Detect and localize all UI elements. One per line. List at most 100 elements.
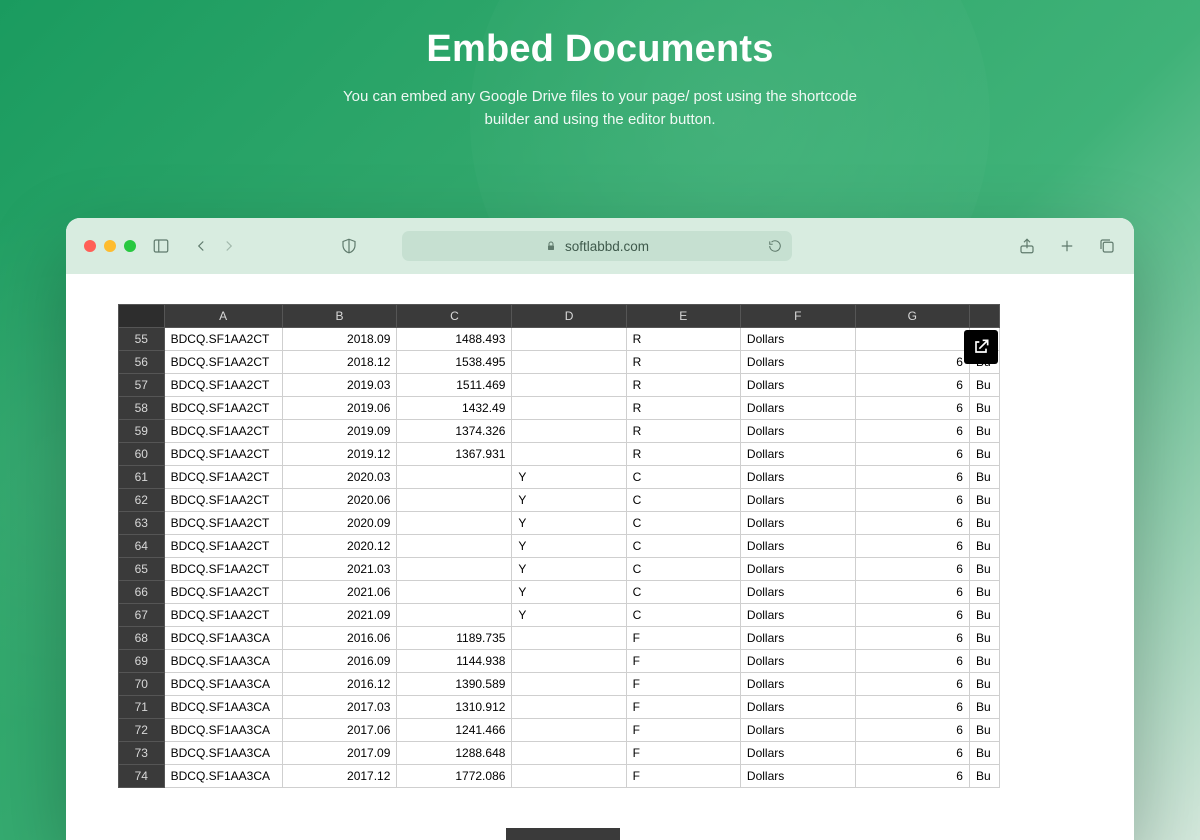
cell[interactable]: C <box>626 489 740 512</box>
cell[interactable]: 6 <box>855 627 969 650</box>
cell[interactable] <box>397 489 512 512</box>
table-row[interactable]: 73BDCQ.SF1AA3CA2017.091288.648FDollars6B… <box>119 742 1000 765</box>
cell[interactable]: R <box>626 328 740 351</box>
table-row[interactable]: 57BDCQ.SF1AA2CT2019.031511.469RDollars6B… <box>119 374 1000 397</box>
row-header[interactable]: 64 <box>119 535 165 558</box>
maximize-window-button[interactable] <box>124 240 136 252</box>
cell[interactable]: BDCQ.SF1AA3CA <box>164 673 282 696</box>
cell[interactable]: 6 <box>855 535 969 558</box>
cell[interactable]: Bu <box>969 673 999 696</box>
cell[interactable]: 1241.466 <box>397 719 512 742</box>
row-header[interactable]: 70 <box>119 673 165 696</box>
cell[interactable]: Dollars <box>740 489 855 512</box>
cell[interactable]: Y <box>512 558 626 581</box>
back-button[interactable] <box>192 237 210 255</box>
cell[interactable] <box>397 466 512 489</box>
cell[interactable]: 6 <box>855 650 969 673</box>
cell[interactable]: Bu <box>969 397 999 420</box>
cell[interactable]: Bu <box>969 558 999 581</box>
cell[interactable]: F <box>626 650 740 673</box>
cell[interactable]: 2020.12 <box>282 535 397 558</box>
cell[interactable]: 2017.03 <box>282 696 397 719</box>
cell[interactable]: BDCQ.SF1AA2CT <box>164 535 282 558</box>
cell[interactable] <box>397 535 512 558</box>
cell[interactable]: Dollars <box>740 351 855 374</box>
cell[interactable] <box>512 719 626 742</box>
col-header[interactable]: B <box>282 305 397 328</box>
cell[interactable]: Dollars <box>740 328 855 351</box>
cell[interactable]: Bu <box>969 719 999 742</box>
cell[interactable]: BDCQ.SF1AA3CA <box>164 696 282 719</box>
table-row[interactable]: 55BDCQ.SF1AA2CT2018.091488.493RDollarsBu <box>119 328 1000 351</box>
cell[interactable]: BDCQ.SF1AA2CT <box>164 374 282 397</box>
cell[interactable] <box>512 650 626 673</box>
cell[interactable]: BDCQ.SF1AA2CT <box>164 466 282 489</box>
cell[interactable]: 6 <box>855 397 969 420</box>
row-header[interactable]: 61 <box>119 466 165 489</box>
col-header[interactable]: C <box>397 305 512 328</box>
cell[interactable]: 2016.06 <box>282 627 397 650</box>
row-header[interactable]: 66 <box>119 581 165 604</box>
cell[interactable]: Dollars <box>740 742 855 765</box>
cell[interactable]: R <box>626 374 740 397</box>
cell[interactable]: 2017.12 <box>282 765 397 788</box>
cell[interactable]: C <box>626 512 740 535</box>
cell[interactable]: BDCQ.SF1AA3CA <box>164 719 282 742</box>
cell[interactable]: Bu <box>969 604 999 627</box>
cell[interactable] <box>397 512 512 535</box>
select-all-corner[interactable] <box>119 305 165 328</box>
row-header[interactable]: 56 <box>119 351 165 374</box>
cell[interactable]: Bu <box>969 420 999 443</box>
row-header[interactable]: 62 <box>119 489 165 512</box>
cell[interactable]: 1538.495 <box>397 351 512 374</box>
cell[interactable]: 1374.326 <box>397 420 512 443</box>
table-row[interactable]: 74BDCQ.SF1AA3CA2017.121772.086FDollars6B… <box>119 765 1000 788</box>
cell[interactable]: R <box>626 397 740 420</box>
cell[interactable]: Dollars <box>740 420 855 443</box>
cell[interactable] <box>512 696 626 719</box>
row-header[interactable]: 60 <box>119 443 165 466</box>
table-row[interactable]: 63BDCQ.SF1AA2CT2020.09YCDollars6Bu <box>119 512 1000 535</box>
cell[interactable]: 2016.09 <box>282 650 397 673</box>
col-header[interactable]: G <box>855 305 969 328</box>
cell[interactable]: 6 <box>855 420 969 443</box>
cell[interactable]: BDCQ.SF1AA2CT <box>164 558 282 581</box>
cell[interactable]: Y <box>512 489 626 512</box>
cell[interactable]: 1144.938 <box>397 650 512 673</box>
cell[interactable]: Dollars <box>740 397 855 420</box>
cell[interactable]: 2019.03 <box>282 374 397 397</box>
cell[interactable] <box>512 397 626 420</box>
row-header[interactable]: 72 <box>119 719 165 742</box>
cell[interactable]: Dollars <box>740 719 855 742</box>
cell[interactable]: Dollars <box>740 512 855 535</box>
table-row[interactable]: 59BDCQ.SF1AA2CT2019.091374.326RDollars6B… <box>119 420 1000 443</box>
cell[interactable]: 2019.06 <box>282 397 397 420</box>
cell[interactable]: Y <box>512 512 626 535</box>
cell[interactable]: Bu <box>969 443 999 466</box>
cell[interactable]: R <box>626 420 740 443</box>
cell[interactable]: 1772.086 <box>397 765 512 788</box>
cell[interactable] <box>512 765 626 788</box>
row-header[interactable]: 57 <box>119 374 165 397</box>
cell[interactable]: Dollars <box>740 627 855 650</box>
cell[interactable]: C <box>626 535 740 558</box>
cell[interactable]: Bu <box>969 374 999 397</box>
cell[interactable] <box>397 604 512 627</box>
cell[interactable]: Bu <box>969 466 999 489</box>
cell[interactable]: Dollars <box>740 581 855 604</box>
new-tab-icon[interactable] <box>1058 237 1076 255</box>
cell[interactable] <box>512 742 626 765</box>
table-row[interactable]: 67BDCQ.SF1AA2CT2021.09YCDollars6Bu <box>119 604 1000 627</box>
table-row[interactable]: 68BDCQ.SF1AA3CA2016.061189.735FDollars6B… <box>119 627 1000 650</box>
row-header[interactable]: 59 <box>119 420 165 443</box>
cell[interactable]: 1432.49 <box>397 397 512 420</box>
col-header[interactable]: A <box>164 305 282 328</box>
cell[interactable] <box>512 420 626 443</box>
minimize-window-button[interactable] <box>104 240 116 252</box>
cell[interactable]: Bu <box>969 627 999 650</box>
cell[interactable]: Bu <box>969 535 999 558</box>
open-external-button[interactable] <box>964 330 998 364</box>
cell[interactable]: 1310.912 <box>397 696 512 719</box>
cell[interactable]: Dollars <box>740 535 855 558</box>
cell[interactable] <box>512 443 626 466</box>
